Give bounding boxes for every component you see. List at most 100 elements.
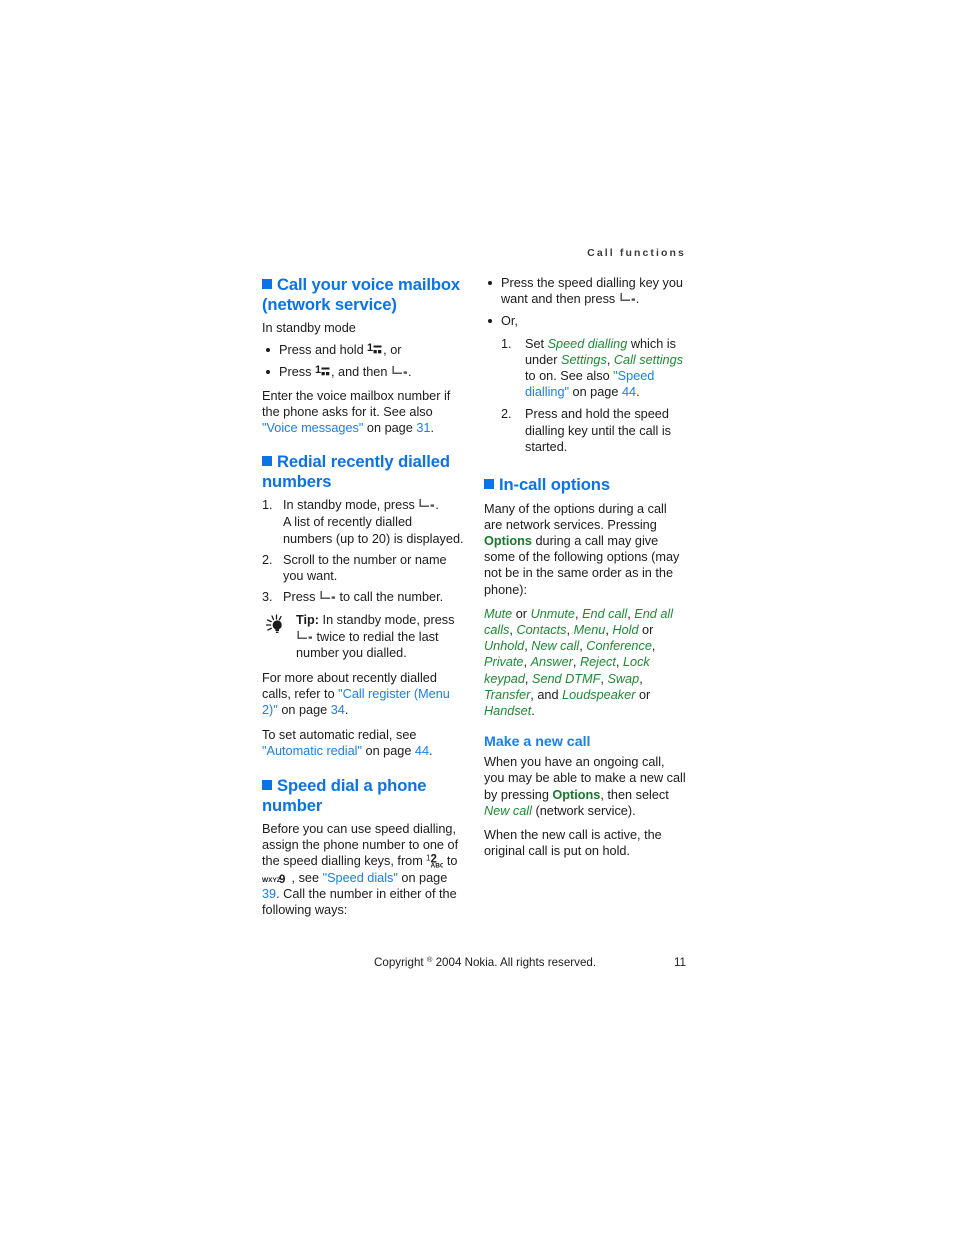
svg-text:9: 9 [279, 874, 285, 885]
square-bullet-icon [484, 479, 494, 490]
ui-option-send-dtmf: Send DTMF [531, 671, 601, 686]
list-item: Press and hold 1 , or [262, 342, 464, 358]
ui-option-mute: Mute [484, 606, 513, 621]
redial-paragraph-2: To set automatic redial, see "Automatic … [262, 727, 464, 759]
step-text: on page [569, 385, 622, 400]
bullet-text-post: , or [383, 343, 402, 358]
step-text: , [606, 352, 614, 367]
voice-mailbox-paragraph: Enter the voice mailbox number if the ph… [262, 388, 464, 437]
lightbulb-icon [263, 613, 289, 637]
heading-line-2: numbers [262, 471, 332, 491]
redial-paragraph-1: For more about recently dialled calls, r… [262, 670, 464, 719]
key-1-voicemail-icon: 1 [367, 342, 383, 357]
cross-reference-link[interactable]: "Automatic redial" [262, 744, 362, 758]
step-number: 1. [501, 336, 512, 351]
ui-option-unmute: Unmute [530, 606, 575, 621]
list-item: 1. In standby mode, press . A list of rec… [262, 497, 464, 547]
options-separator: , [615, 655, 623, 670]
page-number-link[interactable]: 44 [622, 385, 636, 399]
paragraph-text: . [344, 703, 349, 718]
speed-dial-paragraph: Before you can use speed dialling, assig… [262, 821, 464, 918]
svg-text:WXYZ: WXYZ [262, 877, 281, 884]
tip-box: Tip: In standby mode, press twice to red… [262, 612, 464, 661]
bullet-text-mid: , and then [330, 365, 391, 380]
tip-text-post: twice to redial the last number you dial… [296, 629, 439, 660]
speed-dial-call-bullets: Press the speed dialling key you want an… [484, 275, 686, 455]
heading-call-voice-mailbox: Call your voice mailbox (network service… [262, 275, 464, 314]
step-text: to on. See also [525, 369, 614, 384]
ui-option-unhold: Unhold [484, 639, 525, 654]
heading-speed-dial-phone-number: Speed dial a phone number [262, 776, 464, 815]
page-number-link[interactable]: 39 [262, 887, 276, 901]
paragraph-text: . [430, 421, 434, 436]
right-column: Press the speed dialling key you want an… [484, 275, 686, 926]
options-separator: , [575, 606, 583, 621]
ui-option-settings: Settings [560, 352, 607, 367]
options-separator: , [572, 655, 580, 670]
voice-mailbox-bullets: Press and hold 1 , or Press 1 , and then . [262, 342, 464, 380]
svg-text:ABC: ABC [431, 863, 444, 869]
options-separator: or [638, 622, 654, 637]
paragraph-text: (network service). [531, 803, 636, 818]
square-bullet-icon [262, 456, 272, 467]
ui-option-contacts: Contacts [516, 622, 567, 637]
make-new-call-paragraph-2: When the new call is active, the origina… [484, 827, 662, 859]
heading-line-2: number [262, 795, 323, 815]
step-subparagraph: A list of recently dialled numbers (up t… [283, 515, 464, 546]
svg-text:1: 1 [367, 342, 373, 354]
page-number-link[interactable]: 34 [331, 703, 345, 717]
ui-option-private: Private [484, 655, 524, 670]
step-number: 1. [262, 498, 273, 513]
ui-option-end-call: End call [582, 606, 628, 621]
heading-redial-recently-dialled: Redial recently dialled numbers [262, 452, 464, 491]
key-call-icon [418, 498, 435, 510]
key-call-icon [619, 292, 636, 304]
ui-option-conference: Conference [586, 639, 652, 654]
ui-option-hold: Hold [612, 622, 639, 637]
bullet-text-pre: Press and hold [279, 343, 368, 358]
voice-mailbox-intro: In standby mode [262, 321, 356, 335]
paragraph-text: To set automatic redial, see [262, 727, 417, 742]
heading-in-call-options: In-call options [484, 475, 686, 495]
bullet-dot-icon [266, 370, 270, 375]
cross-reference-link[interactable]: "Speed dials" [323, 871, 398, 885]
step-number: 2. [262, 552, 273, 567]
paragraph-text: Many of the options during a call are ne… [484, 501, 667, 532]
step-number: 2. [501, 407, 512, 422]
key-2-abc-icon: 1 2 ABC [426, 853, 445, 870]
svg-text:1: 1 [315, 364, 321, 376]
options-separator: , [651, 639, 656, 654]
bullet-text-pre: Or, [501, 314, 518, 329]
ui-option-new-call: New call [484, 803, 532, 818]
options-separator: , [523, 655, 531, 670]
bullet-dot-icon [266, 348, 270, 353]
paragraph-text: . [429, 743, 433, 758]
step-text-pre: Scroll to the number or name you want. [283, 552, 447, 584]
ui-option-speed-dialling: Speed dialling [547, 336, 628, 351]
copyright-text: 2004 Nokia. All rights reserved. [432, 956, 597, 969]
key-1-voicemail-icon: 1 [315, 364, 331, 379]
ui-option-new-call: New call [531, 639, 580, 654]
page-number: 11 [673, 956, 686, 969]
ui-option-handset: Handset [484, 703, 532, 718]
key-call-icon [391, 365, 408, 377]
options-separator: . [531, 703, 535, 718]
left-column: Call your voice mailbox (network service… [262, 275, 464, 926]
paragraph-text: , see [288, 870, 323, 885]
bullet-text-post: . [407, 365, 412, 380]
in-call-options-list: Mute or Unmute, End call, End all calls,… [484, 606, 686, 719]
tip-text-pre: In standby mode, press [319, 613, 455, 628]
paragraph-text: Enter the voice mailbox number if the ph… [262, 388, 451, 419]
step-text-pre: Press [283, 590, 319, 605]
heading-line-1: Speed dial a phone [277, 776, 427, 796]
paragraph-text: . Call the number in either of the follo… [262, 886, 457, 918]
ui-option-call-settings: Call settings [613, 352, 683, 367]
paragraph-text: on page [363, 421, 417, 436]
speed-dial-sub-steps: 1. Set Speed dialling which is under Sett… [501, 336, 686, 455]
bullet-text-post: . [635, 292, 640, 307]
key-call-icon [296, 630, 313, 642]
cross-reference-link[interactable]: "Voice messages" [262, 421, 363, 435]
page-number-link[interactable]: 31 [416, 421, 430, 435]
step-number: 3. [262, 590, 273, 605]
page-number-link[interactable]: 44 [415, 744, 429, 758]
